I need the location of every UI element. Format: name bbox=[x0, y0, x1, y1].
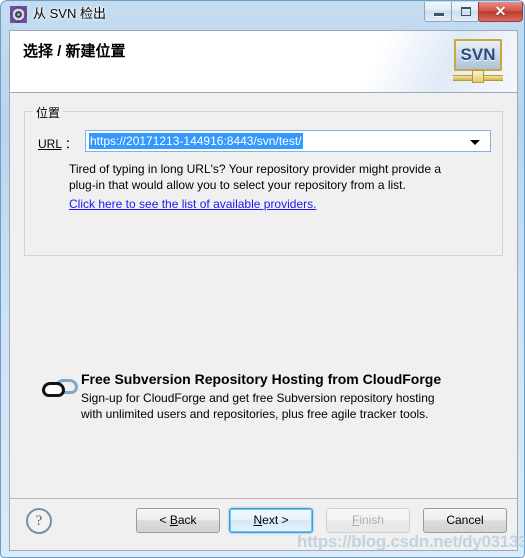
next-button-mnemonic: N bbox=[253, 513, 263, 527]
help-icon[interactable]: ? bbox=[26, 508, 52, 534]
url-input-value[interactable]: https://20171213-144916:8443/svn/test/ bbox=[89, 133, 303, 149]
promo-line-2: with unlimited users and repositories, p… bbox=[81, 407, 429, 421]
page-title: 选择 / 新建位置 bbox=[23, 43, 126, 60]
location-group: 位置 URL ： https://20171213-144916:8443/sv… bbox=[24, 104, 503, 256]
dialog-client-area: 选择 / 新建位置 SVN 位置 URL ： https://20171213-… bbox=[9, 30, 518, 551]
cloudforge-promo: Free Subversion Repository Hosting from … bbox=[28, 371, 498, 441]
cancel-button[interactable]: Cancel bbox=[423, 508, 507, 533]
title-bar: 从 SVN 检出 ✕ bbox=[1, 1, 525, 28]
url-label: URL ： bbox=[38, 135, 77, 152]
cloud-icon-front bbox=[42, 382, 65, 397]
chevron-down-icon[interactable] bbox=[470, 140, 480, 145]
url-hint-line-2: plug-in that would allow you to select y… bbox=[69, 178, 406, 192]
providers-link[interactable]: Click here to see the list of available … bbox=[69, 197, 316, 211]
close-button[interactable]: ✕ bbox=[478, 2, 523, 22]
url-label-colon: ： bbox=[61, 137, 77, 151]
minimize-icon bbox=[434, 13, 444, 16]
maximize-button[interactable] bbox=[451, 2, 479, 22]
finish-button: Finish bbox=[326, 508, 410, 533]
back-button-prefix: < bbox=[159, 513, 170, 527]
url-label-text: URL bbox=[38, 137, 62, 151]
maximize-icon bbox=[461, 7, 471, 16]
dialog-window: 从 SVN 检出 ✕ 选择 / 新建位置 SVN 位置 URL ： https:… bbox=[0, 0, 525, 558]
button-bar: ? < Back Next > Finish Cancel bbox=[10, 498, 517, 550]
back-button-mnemonic: B bbox=[169, 513, 178, 527]
svn-app-icon bbox=[10, 6, 27, 23]
window-controls: ✕ bbox=[424, 2, 523, 23]
window-title: 从 SVN 检出 bbox=[33, 6, 106, 21]
url-hint-line-1: Tired of typing in long URL's? Your repo… bbox=[69, 162, 442, 176]
back-button-label: ack bbox=[177, 513, 197, 527]
next-button[interactable]: Next > bbox=[229, 508, 313, 533]
svn-logo-screen: SVN bbox=[454, 39, 502, 71]
back-button[interactable]: < Back bbox=[136, 508, 220, 533]
promo-title: Free Subversion Repository Hosting from … bbox=[81, 371, 442, 387]
wizard-header: 选择 / 新建位置 SVN bbox=[10, 31, 517, 93]
url-hint-text: Tired of typing in long URL's? Your repo… bbox=[69, 161, 479, 193]
promo-line-1: Sign-up for CloudForge and get free Subv… bbox=[81, 391, 435, 405]
svn-logo-knob bbox=[472, 70, 484, 83]
svn-logo-icon: SVN bbox=[451, 39, 505, 86]
cloud-icon bbox=[40, 377, 80, 401]
next-button-label: ext > bbox=[262, 513, 289, 527]
minimize-button[interactable] bbox=[424, 2, 452, 22]
url-combobox[interactable]: https://20171213-144916:8443/svn/test/ bbox=[85, 130, 491, 152]
location-group-label: 位置 bbox=[33, 104, 64, 121]
svn-logo-text: SVN bbox=[460, 45, 496, 64]
promo-body: Sign-up for CloudForge and get free Subv… bbox=[81, 390, 491, 422]
finish-button-label: inish bbox=[359, 513, 385, 527]
close-icon: ✕ bbox=[494, 3, 507, 19]
